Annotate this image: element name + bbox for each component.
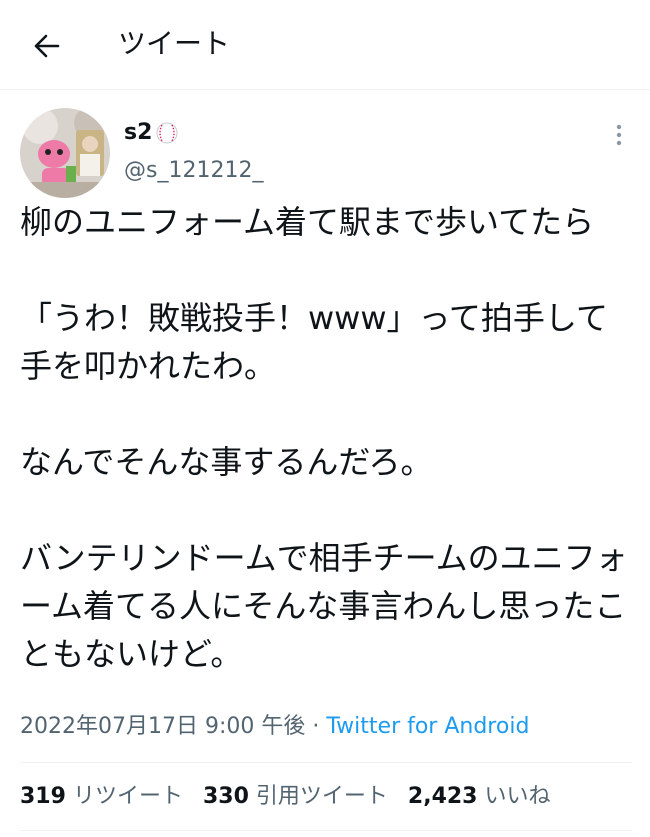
baseball-icon xyxy=(156,122,178,144)
display-name-text: s2 xyxy=(124,120,153,145)
top-bar: ツイート xyxy=(0,0,650,90)
user-handle[interactable]: @s_121212_ xyxy=(124,156,263,186)
tweet-text: 柳のユニフォーム着て駅まで歩いてたら 「うわ！敗戦投手！www」って拍手して手を… xyxy=(20,203,628,673)
quotes-stat[interactable]: 330 引用ツイート xyxy=(203,780,388,814)
tweet-meta: 2022年07月17日 9:00 午後 · Twitter for Androi… xyxy=(20,710,529,744)
avatar[interactable] xyxy=(20,108,110,198)
arrow-left-icon xyxy=(34,34,60,58)
display-name[interactable]: s2 xyxy=(124,118,178,148)
more-options-button[interactable] xyxy=(604,118,634,152)
tweet-client-link[interactable]: Twitter for Android xyxy=(326,714,529,739)
back-button[interactable] xyxy=(22,24,70,68)
likes-count: 2,423 xyxy=(407,784,478,809)
divider xyxy=(20,762,632,763)
tweet-stats: 319 リツイート 330 引用ツイート 2,423 いいね xyxy=(20,780,551,814)
retweets-count: 319 xyxy=(20,784,66,809)
more-vertical-icon xyxy=(616,124,622,146)
likes-stat[interactable]: 2,423 いいね xyxy=(408,780,551,814)
retweets-label: リツイート xyxy=(72,784,183,809)
retweets-stat[interactable]: 319 リツイート xyxy=(20,780,183,814)
divider xyxy=(20,830,632,831)
meta-separator: · xyxy=(312,714,320,739)
page-title: ツイート xyxy=(118,27,231,60)
likes-label: いいね xyxy=(484,784,551,809)
quotes-count: 330 xyxy=(202,784,249,809)
quotes-label: 引用ツイート xyxy=(255,784,388,809)
tweet-timestamp[interactable]: 2022年07月17日 9:00 午後 xyxy=(20,714,305,739)
